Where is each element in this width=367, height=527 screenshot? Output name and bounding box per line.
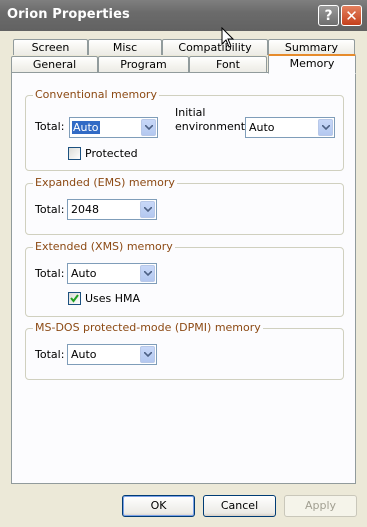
tab-label: Misc [112,41,138,54]
total-label: Total: [35,348,65,361]
mouse-pointer-icon [221,27,235,48]
uses-hma-label: Uses HMA [85,292,141,305]
ok-button[interactable]: OK [122,495,195,517]
button-label: Apply [304,499,337,512]
protected-label: Protected [85,147,138,160]
memory-tab-panel: Conventional memory Total: Auto Initial … [11,72,356,484]
dropdown-value: 2048 [71,203,99,216]
ems-memory-group: Expanded (EMS) memory Total: 2048 [25,176,344,235]
button-label: Cancel [220,499,259,512]
tab-program[interactable]: Program [98,56,189,72]
chevron-down-icon [145,125,153,130]
dpmi-memory-group: MS-DOS protected-mode (DPMI) memory Tota… [25,321,344,380]
chevron-down-icon [144,352,152,357]
help-button[interactable]: ? [318,5,339,26]
tab-label: Program [120,58,167,71]
ems-total-dropdown[interactable]: 2048 [67,199,157,220]
total-label: Total: [35,203,65,216]
tab-general[interactable]: General [11,56,98,72]
protected-checkbox[interactable] [68,147,81,160]
dropdown-value: Auto [249,121,275,134]
group-title: Expanded (EMS) memory [33,176,177,189]
tab-label: Summary [284,41,339,54]
initial-environment-dropdown[interactable]: Auto [245,117,335,138]
dropdown-value: Auto [72,121,100,134]
chevron-down-icon [322,125,330,130]
cancel-button[interactable]: Cancel [203,495,276,517]
group-title: Extended (XMS) memory [33,240,175,253]
initial-environment-label: Initial [175,106,206,119]
tab-compatibility[interactable]: Compatibility [162,39,268,55]
total-label: Total: [35,120,65,133]
title-bar[interactable]: Orion Properties ? ✕ [0,0,367,31]
total-label: Total: [35,267,65,280]
dropdown-value: Auto [71,348,97,361]
dropdown-arrow-button[interactable] [318,119,333,136]
group-title: Conventional memory [33,88,159,101]
dropdown-arrow-button[interactable] [141,119,156,136]
initial-environment-label-2: environment: [175,120,249,133]
close-icon: ✕ [345,7,358,25]
tab-label: Font [216,58,240,71]
tab-label: General [32,58,77,71]
conventional-total-dropdown[interactable]: Auto [69,117,158,138]
tab-summary[interactable]: Summary [268,39,355,55]
conventional-memory-group: Conventional memory Total: Auto Initial … [25,88,344,171]
tab-misc[interactable]: Misc [88,39,162,55]
dpmi-total-dropdown[interactable]: Auto [67,344,157,365]
apply-button[interactable]: Apply [284,495,357,517]
chevron-down-icon [144,207,152,212]
dropdown-arrow-button[interactable] [140,201,155,218]
dropdown-value: Auto [71,267,97,280]
xms-memory-group: Extended (XMS) memory Total: Auto Uses H… [25,240,344,317]
window-title: Orion Properties [7,7,130,22]
tab-memory[interactable]: Memory [268,54,356,74]
chevron-down-icon [144,271,152,276]
tab-label: Screen [31,41,70,54]
tab-screen[interactable]: Screen [13,39,88,55]
help-icon: ? [324,8,333,24]
checkmark-icon [70,294,79,303]
dropdown-arrow-button[interactable] [140,265,155,282]
close-button[interactable]: ✕ [341,5,362,26]
tab-font[interactable]: Font [189,56,267,72]
dropdown-arrow-button[interactable] [140,346,155,363]
button-label: OK [150,499,167,512]
xms-total-dropdown[interactable]: Auto [67,263,157,284]
group-title: MS-DOS protected-mode (DPMI) memory [33,321,263,334]
tab-label: Compatibility [178,41,252,54]
uses-hma-checkbox[interactable] [68,292,81,305]
properties-dialog: Orion Properties ? ✕ Screen Misc Compati… [0,0,367,527]
tab-label: Memory [289,57,335,70]
